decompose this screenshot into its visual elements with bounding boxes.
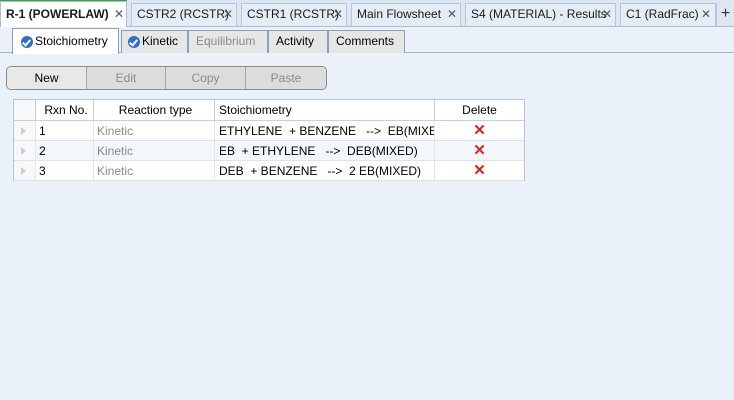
table-row[interactable]: 1 Kinetic ETHYLENE + BENZENE --> EB(MIXE…: [14, 121, 524, 141]
document-tab-strip: R-1 (POWERLAW) ✕ CSTR2 (RCSTR) ✕ CSTR1 (…: [0, 0, 734, 27]
tab-stoichiometry[interactable]: Stoichiometry: [12, 28, 119, 54]
paste-button[interactable]: Paste: [246, 67, 326, 89]
close-icon[interactable]: ✕: [602, 4, 612, 25]
doc-tab-main-flowsheet[interactable]: Main Flowsheet ✕: [351, 3, 461, 26]
new-tab-button[interactable]: +: [716, 3, 734, 26]
edit-button[interactable]: Edit: [87, 67, 166, 89]
delete-cell: ✕: [435, 141, 524, 160]
delete-icon[interactable]: ✕: [473, 161, 486, 180]
doc-tab-r1-powerlaw[interactable]: R-1 (POWERLAW) ✕: [0, 1, 127, 27]
row-selector[interactable]: [14, 141, 36, 160]
doc-tab-label: CSTR1 (RCSTR): [247, 7, 339, 21]
row-selector-header: [14, 100, 36, 120]
tab-label: Comments: [336, 34, 395, 48]
column-header-reaction-type[interactable]: Reaction type: [94, 100, 215, 120]
rxn-no-cell[interactable]: 1: [36, 121, 94, 140]
reaction-type-cell[interactable]: Kinetic: [94, 121, 215, 140]
delete-icon[interactable]: ✕: [473, 121, 486, 140]
grid-header-row: Rxn No. Reaction type Stoichiometry Dele…: [14, 100, 524, 121]
doc-tab-label: S4 (MATERIAL) - Results: [471, 7, 607, 21]
column-header-delete[interactable]: Delete: [435, 100, 524, 120]
close-icon[interactable]: ✕: [701, 4, 711, 25]
stoichiometry-cell[interactable]: DEB + BENZENE --> 2 EB(MIXED): [215, 161, 435, 180]
reactions-grid: Rxn No. Reaction type Stoichiometry Dele…: [13, 99, 525, 181]
reaction-type-cell[interactable]: Kinetic: [94, 141, 215, 160]
doc-tab-label: R-1 (POWERLAW): [6, 7, 109, 21]
tab-label: Stoichiometry: [35, 34, 108, 48]
tab-label: Equilibrium: [196, 34, 256, 48]
close-icon[interactable]: ✕: [114, 2, 124, 27]
new-button[interactable]: New: [7, 67, 87, 89]
tab-activity[interactable]: Activity: [268, 30, 328, 53]
row-selector[interactable]: [14, 121, 36, 140]
form-tab-strip: Stoichiometry Kinetic Equilibrium Activi…: [0, 27, 734, 54]
doc-tab-cstr2[interactable]: CSTR2 (RCSTR) ✕: [131, 3, 237, 26]
rxn-no-cell[interactable]: 2: [36, 141, 94, 160]
close-icon[interactable]: ✕: [333, 4, 343, 25]
stoichiometry-cell[interactable]: EB + ETHYLENE --> DEB(MIXED): [215, 141, 435, 160]
tab-equilibrium[interactable]: Equilibrium: [188, 30, 268, 53]
tab-label: Activity: [276, 34, 315, 48]
table-row[interactable]: 3 Kinetic DEB + BENZENE --> 2 EB(MIXED) …: [14, 161, 524, 181]
doc-tab-c1-radfrac[interactable]: C1 (RadFrac) ✕: [620, 3, 716, 26]
doc-tab-s4-results[interactable]: S4 (MATERIAL) - Results ✕: [465, 3, 616, 26]
check-icon: [21, 35, 33, 48]
reaction-type-cell[interactable]: Kinetic: [94, 161, 215, 180]
stoichiometry-cell[interactable]: ETHYLENE + BENZENE --> EB(MIXED): [215, 121, 435, 140]
tab-kinetic[interactable]: Kinetic: [121, 30, 188, 53]
column-header-stoichiometry[interactable]: Stoichiometry: [215, 100, 435, 120]
column-header-rxn-no[interactable]: Rxn No.: [36, 100, 94, 120]
doc-tab-label: Main Flowsheet: [357, 7, 442, 21]
delete-icon[interactable]: ✕: [473, 141, 486, 160]
copy-button[interactable]: Copy: [166, 67, 246, 89]
table-row[interactable]: 2 Kinetic EB + ETHYLENE --> DEB(MIXED) ✕: [14, 141, 524, 161]
doc-tab-label: CSTR2 (RCSTR): [137, 7, 229, 21]
delete-cell: ✕: [435, 161, 524, 180]
tab-label: Kinetic: [142, 34, 179, 48]
rxn-no-cell[interactable]: 3: [36, 161, 94, 180]
close-icon[interactable]: ✕: [447, 4, 457, 25]
doc-tab-label: C1 (RadFrac): [626, 7, 699, 21]
check-icon: [128, 36, 140, 48]
close-icon[interactable]: ✕: [223, 4, 233, 25]
tab-comments[interactable]: Comments: [328, 30, 405, 53]
delete-cell: ✕: [435, 121, 524, 140]
doc-tab-cstr1[interactable]: CSTR1 (RCSTR) ✕: [241, 3, 347, 26]
row-selector[interactable]: [14, 161, 36, 180]
reaction-toolbar: New Edit Copy Paste: [6, 66, 327, 90]
